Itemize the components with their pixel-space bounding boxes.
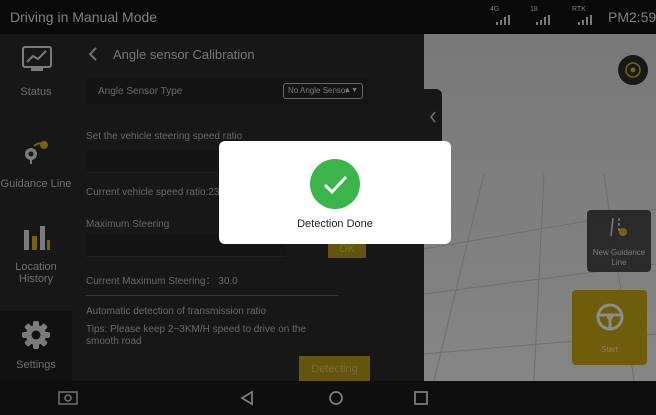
- detection-done-dialog: Detection Done: [219, 141, 451, 244]
- check-circle-icon: [310, 159, 360, 209]
- dialog-message: Detection Done: [297, 218, 373, 230]
